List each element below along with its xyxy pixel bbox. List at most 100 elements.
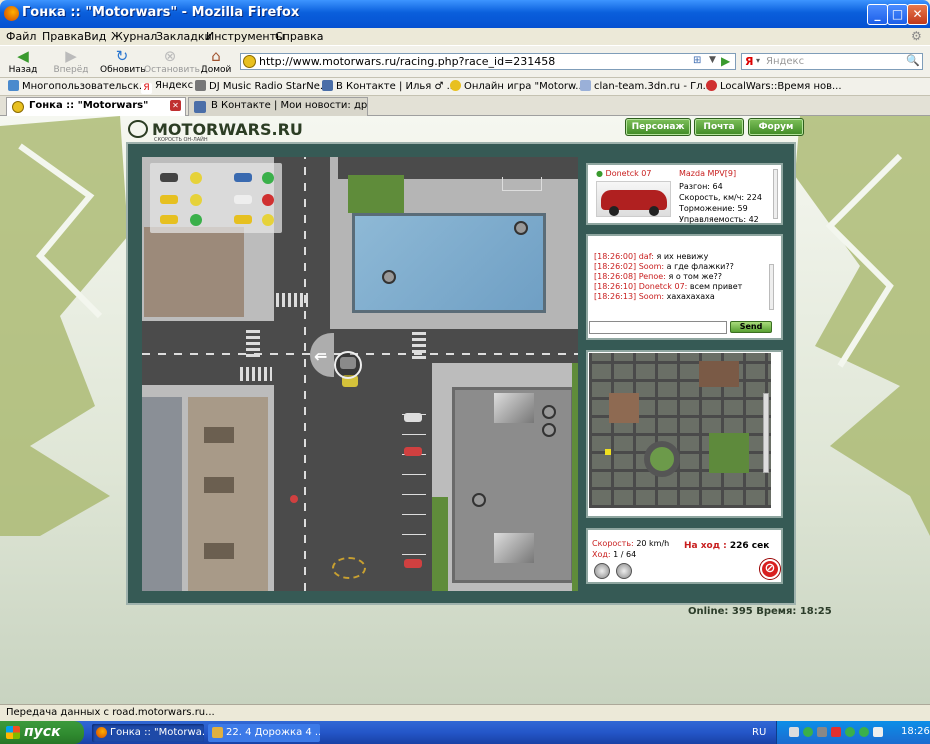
back-button[interactable]: ◀ Назад — [6, 46, 40, 78]
tab-close-icon[interactable]: ✕ — [170, 100, 181, 111]
taskbar-item-firefox[interactable]: Гонка :: "Motorwa... — [92, 724, 204, 742]
crosswalk — [240, 367, 272, 381]
minimize-button[interactable]: _ — [867, 4, 888, 25]
bookmark-item[interactable]: Онлайн игра "Motorw... — [450, 80, 585, 92]
go-icon[interactable]: ▶ — [721, 54, 730, 68]
search-engine-dropdown-icon[interactable]: ▾ — [756, 56, 760, 65]
speaker-icon[interactable] — [873, 727, 883, 737]
bookmark-item[interactable]: Я Яндекс — [141, 80, 193, 94]
bookmark-item[interactable]: clan-team.3dn.ru - Гл... — [580, 80, 712, 92]
minimap[interactable] — [589, 353, 771, 508]
grass-patch — [348, 175, 404, 213]
car-icon — [234, 173, 252, 182]
bookmark-item[interactable]: DJ Music Radio StarNe... — [195, 80, 329, 92]
ac-unit-icon — [472, 493, 486, 507]
tray-icon[interactable] — [859, 727, 869, 737]
tray-icon[interactable] — [831, 727, 841, 737]
race-status-panel: Скорость: 20 km/h Ход: 1 / 64 На ход : 2… — [586, 528, 783, 584]
site-logo[interactable]: MOTORWARS.RU СКОРОСТЬ ОН-ЛАЙН — [128, 120, 303, 143]
building — [142, 397, 182, 591]
menu-history[interactable]: Журнал — [111, 30, 157, 43]
tray-icon[interactable] — [845, 727, 855, 737]
menu-file[interactable]: Файл — [6, 30, 36, 43]
chat-line: [18:26:08] Peпое: я о том же?? — [594, 272, 723, 281]
url-dropdown-icon[interactable]: ▼ — [709, 55, 716, 65]
gear-down-icon[interactable] — [616, 563, 632, 579]
lane-line — [142, 353, 578, 355]
bookmark-item[interactable]: Многопользовательск... — [8, 80, 148, 92]
menu-view[interactable]: Вид — [84, 30, 106, 43]
tray-icon[interactable] — [817, 727, 827, 737]
persona-button[interactable]: Персонаж — [625, 118, 691, 136]
home-button[interactable]: ⌂ Домой — [200, 46, 232, 78]
car-info-scrollbar[interactable] — [773, 169, 778, 219]
maximize-button[interactable]: □ — [887, 4, 908, 25]
green-light-icon — [262, 172, 274, 184]
stop-sign-icon[interactable]: ⊘ — [760, 559, 780, 579]
grass-strip — [572, 363, 578, 591]
menu-bookmarks[interactable]: Закладки — [156, 30, 212, 43]
bookmark-item[interactable]: В Контакте | Илья ♂ ... — [322, 80, 456, 92]
chat-input[interactable] — [589, 321, 727, 334]
reload-button[interactable]: ↻ Обновить — [100, 46, 146, 78]
lane-line — [304, 157, 306, 591]
forward-arrow-icon: ▶ — [65, 47, 77, 65]
status-text: Передача данных с road.motorwars.ru... — [6, 707, 215, 718]
yandex-icon: Я — [745, 55, 754, 68]
language-indicator[interactable]: RU — [752, 727, 766, 738]
search-icon[interactable]: 🔍 — [906, 54, 920, 67]
player-name[interactable]: ● Donetck 07 — [596, 169, 651, 178]
red-light-icon — [262, 194, 274, 206]
turn-timer: На ход : 226 сек — [684, 541, 770, 551]
menu-edit[interactable]: Правка — [42, 30, 84, 43]
forward-button[interactable]: ▶ Вперёд — [52, 46, 90, 78]
system-tray: 18:26 — [776, 721, 930, 744]
menu-help[interactable]: Справка — [275, 30, 323, 43]
minimap-park — [709, 433, 749, 473]
tab-bar: Гонка :: "Motorwars" ✕ В Контакте | Мои … — [0, 96, 930, 116]
parking-slots — [502, 177, 542, 191]
windows-logo-icon — [6, 726, 20, 739]
parked-car — [404, 559, 422, 568]
ac-unit-icon — [382, 270, 396, 284]
roof-pyramid — [494, 533, 534, 563]
bookmark-item[interactable]: LocalWars::Время нов... — [706, 80, 842, 92]
stop-button[interactable]: ⊗ Остановить — [144, 46, 200, 78]
ac-unit-icon — [514, 221, 528, 235]
tab-motorwars[interactable]: Гонка :: "Motorwars" — [6, 97, 186, 116]
close-button[interactable]: ✕ — [907, 4, 928, 25]
search-placeholder: Яндекс — [766, 56, 805, 67]
taskbar-item-paint[interactable]: 22. 4 Дорожка 4 ... — [208, 724, 320, 742]
firefox-icon — [4, 6, 19, 21]
tray-icon[interactable] — [803, 727, 813, 737]
chat-messages: [18:26:00] daf: я их невижу [18:26:02] S… — [594, 252, 742, 302]
gear-up-icon[interactable] — [594, 563, 610, 579]
search-box[interactable]: Я ▾ Яндекс 🔍 — [741, 53, 923, 70]
race-stats: Скорость: 20 km/h Ход: 1 / 64 — [592, 539, 670, 559]
mail-button[interactable]: Почта — [694, 118, 744, 136]
menu-tools[interactable]: Инструменты — [206, 30, 285, 43]
minimap-block — [609, 393, 639, 423]
minimap-scrollbar[interactable] — [763, 393, 769, 473]
title-bar: Гонка :: "Motorwars" - Mozilla Firefox _… — [0, 0, 930, 28]
car-model: Mazda MPV[9] — [679, 169, 737, 178]
forum-button[interactable]: Форум — [748, 118, 804, 136]
crosswalk — [412, 329, 426, 359]
yellow-light-icon — [262, 214, 274, 226]
car-info-panel: ● Donetck 07 Mazda MPV[9] Разгон: 64 Ско… — [586, 163, 783, 225]
feed-icon[interactable]: ⊞ — [693, 55, 701, 66]
chat-scrollbar[interactable] — [769, 264, 774, 310]
tab-vkontakte[interactable]: В Контакте | Мои новости: дру... — [188, 97, 368, 116]
traffic-light-panel — [150, 163, 282, 233]
menu-bar: Файл Правка Вид Журнал Закладки Инструме… — [0, 28, 930, 46]
player-car[interactable] — [340, 357, 356, 369]
building-roof — [144, 227, 244, 317]
tray-icon[interactable] — [789, 727, 799, 737]
start-button[interactable]: пуск — [0, 721, 84, 744]
url-text: http://www.motorwars.ru/racing.php?race_… — [259, 55, 556, 68]
url-bar[interactable]: http://www.motorwars.ru/racing.php?race_… — [240, 53, 736, 70]
roof-detail — [204, 543, 234, 559]
race-map[interactable]: ← — [142, 157, 578, 591]
send-button[interactable]: Send — [730, 321, 772, 333]
home-icon: ⌂ — [211, 47, 221, 65]
